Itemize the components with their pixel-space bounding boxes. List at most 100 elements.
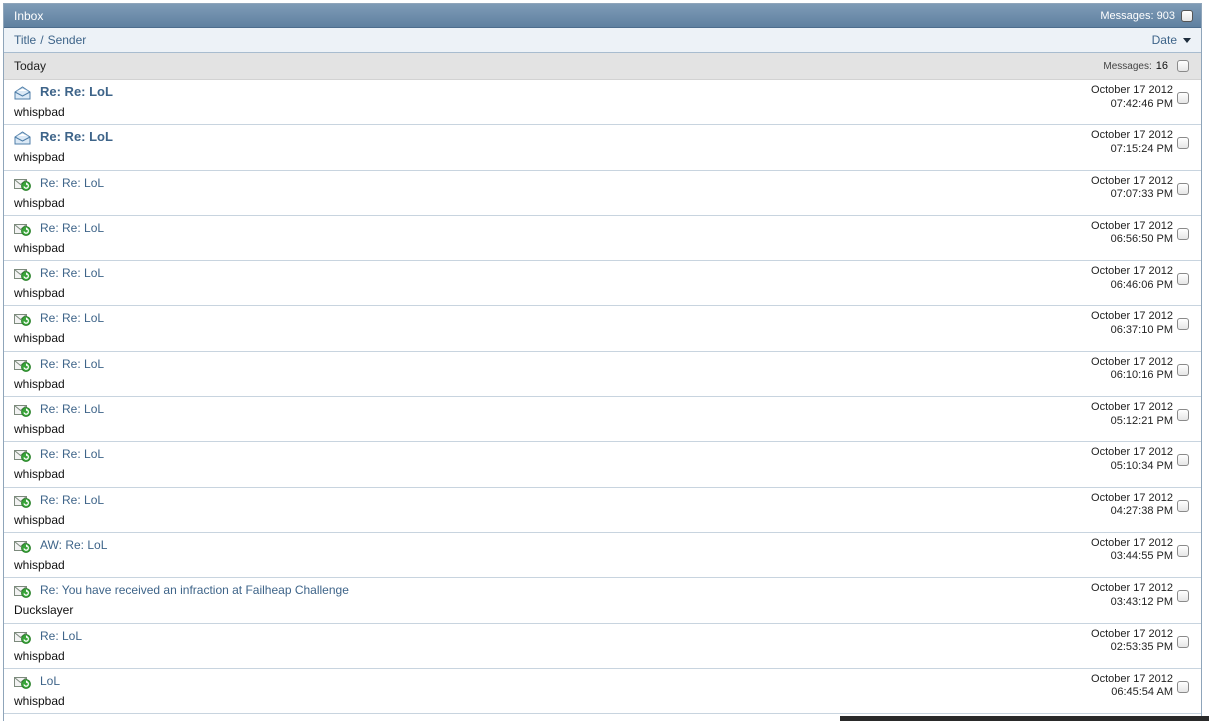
- message-sender: whispbad: [14, 467, 65, 482]
- envelope-replied-icon: [14, 403, 31, 417]
- message-row[interactable]: AW: Re: LoL whispbad October 17 2012 03:44:…: [4, 533, 1201, 579]
- message-date-time: 06:10:16 PM: [1110, 369, 1173, 382]
- message-date: October 17 2012 07:15:24 PM: [1091, 129, 1173, 156]
- envelope-replied-icon: [14, 539, 31, 553]
- message-subject-link[interactable]: Re: Re: LoL: [40, 176, 104, 190]
- message-date-time: 05:10:34 PM: [1110, 459, 1173, 472]
- sort-by-sender-link[interactable]: Sender: [48, 33, 87, 47]
- message-subject-link[interactable]: Re: Re: LoL: [40, 129, 113, 144]
- message-select-checkbox[interactable]: [1177, 409, 1189, 422]
- message-subject-link[interactable]: Re: Re: LoL: [40, 357, 104, 371]
- message-row[interactable]: Re: Re: LoL whispbad October 17 2012 05:12:…: [4, 397, 1201, 443]
- sort-by-date-link[interactable]: Date: [1152, 33, 1177, 47]
- message-select-checkbox[interactable]: [1177, 227, 1189, 240]
- message-date: October 17 2012 07:07:33 PM: [1091, 175, 1173, 202]
- envelope-replied-icon: [14, 312, 31, 327]
- group-header-today: Today Messages: 16: [4, 53, 1201, 80]
- envelope-replied-icon: [14, 358, 31, 372]
- message-row[interactable]: Re: Re: LoL whispbad October 17 2012 06:46:…: [4, 261, 1201, 307]
- message-subject-link[interactable]: Re: You have received an infraction at F…: [40, 583, 349, 597]
- message-subject-link[interactable]: Re: Re: LoL: [40, 447, 104, 461]
- message-select-checkbox[interactable]: [1177, 363, 1189, 376]
- message-row[interactable]: LoL whispbad October 17 2012 06:45:54 AM: [4, 669, 1201, 715]
- message-date-day: October 17 2012: [1091, 672, 1173, 685]
- sort-by-title-link[interactable]: Title: [14, 33, 36, 47]
- envelope-replied-icon: [14, 675, 31, 689]
- message-sender: whispbad: [14, 195, 65, 210]
- message-date: October 17 2012 06:45:54 AM: [1091, 673, 1173, 700]
- message-subject-link[interactable]: Re: LoL: [40, 629, 82, 643]
- envelope-replied-icon: [14, 448, 31, 463]
- message-row[interactable]: Re: Re: LoL whispbad October 17 2012 07:15:…: [4, 125, 1201, 171]
- select-all-checkbox[interactable]: [1181, 9, 1193, 22]
- message-date-day: October 17 2012: [1091, 401, 1173, 414]
- message-date: October 17 2012 04:27:38 PM: [1091, 492, 1173, 519]
- message-row[interactable]: Re: Re: LoL whispbad October 17 2012 04:27:…: [4, 488, 1201, 533]
- message-subject-link[interactable]: Re: Re: LoL: [40, 84, 113, 99]
- message-sender: whispbad: [14, 286, 65, 301]
- group-message-count: Messages: 16: [1103, 60, 1189, 72]
- group-label: Today: [14, 59, 47, 73]
- message-row[interactable]: Re: Re: LoL whispbad October 17 2012 06:37:…: [4, 306, 1201, 352]
- message-row[interactable]: Re: Re: LoL whispbad October 17 2012 07:07:…: [4, 171, 1201, 216]
- message-list: Re: Re: LoL whispbad October 17 2012 07:42:…: [4, 80, 1201, 715]
- message-subject-link[interactable]: Re: Re: LoL: [40, 311, 104, 325]
- message-select-checkbox[interactable]: [1177, 273, 1189, 286]
- message-sender: whispbad: [14, 150, 65, 165]
- message-date-time: 03:44:55 PM: [1110, 550, 1173, 563]
- message-date-day: October 17 2012: [1091, 536, 1173, 549]
- envelope-replied-icon: [14, 584, 31, 599]
- message-subject-link[interactable]: AW: Re: LoL: [40, 538, 107, 552]
- private-messages-panel: Inbox Messages: 903 Title / Sender Date …: [3, 3, 1202, 721]
- message-sender: whispbad: [14, 331, 65, 346]
- envelope-replied-icon: [14, 222, 31, 236]
- message-select-checkbox[interactable]: [1177, 544, 1189, 557]
- message-select-checkbox[interactable]: [1177, 635, 1189, 648]
- message-date-day: October 17 2012: [1091, 582, 1173, 595]
- column-separator: /: [40, 33, 44, 47]
- total-messages: Messages: 903: [1100, 9, 1193, 22]
- messages-label: Messages:: [1100, 9, 1154, 22]
- message-date: October 17 2012 06:37:10 PM: [1091, 310, 1173, 337]
- message-subject-link[interactable]: LoL: [40, 674, 60, 688]
- group-messages-label: Messages:: [1103, 60, 1152, 72]
- envelope-open-icon: [14, 86, 31, 100]
- message-sender: whispbad: [14, 376, 65, 391]
- message-select-checkbox[interactable]: [1177, 499, 1189, 512]
- message-select-checkbox[interactable]: [1177, 92, 1189, 104]
- message-date: October 17 2012 03:44:55 PM: [1091, 537, 1173, 564]
- message-sender: Duckslayer: [14, 603, 74, 618]
- message-select-checkbox[interactable]: [1177, 680, 1189, 693]
- message-subject-link[interactable]: Re: Re: LoL: [40, 402, 104, 416]
- message-row[interactable]: Re: Re: LoL whispbad October 17 2012 07:42:…: [4, 80, 1201, 126]
- message-row[interactable]: Re: Re: LoL whispbad October 17 2012 05:10:…: [4, 442, 1201, 488]
- message-subject-link[interactable]: Re: Re: LoL: [40, 493, 104, 507]
- message-date-day: October 17 2012: [1091, 174, 1173, 187]
- message-date-time: 06:37:10 PM: [1110, 323, 1173, 336]
- message-sender: whispbad: [14, 240, 65, 255]
- message-sender: whispbad: [14, 512, 65, 527]
- message-row[interactable]: Re: Re: LoL whispbad October 17 2012 06:10:…: [4, 352, 1201, 398]
- message-select-checkbox[interactable]: [1177, 590, 1189, 603]
- message-sender: whispbad: [14, 105, 65, 119]
- message-row[interactable]: Re: You have received an infraction at F…: [4, 578, 1201, 624]
- message-select-checkbox[interactable]: [1177, 318, 1189, 331]
- message-row[interactable]: Re: Re: LoL whispbad October 17 2012 06:56:…: [4, 216, 1201, 262]
- message-select-checkbox[interactable]: [1177, 454, 1189, 467]
- message-subject-link[interactable]: Re: Re: LoL: [40, 266, 104, 280]
- message-row[interactable]: Re: LoL whispbad October 17 2012 02:53:35 P…: [4, 624, 1201, 669]
- message-date-day: October 17 2012: [1091, 129, 1173, 142]
- message-sender: whispbad: [14, 648, 65, 663]
- message-date-day: October 17 2012: [1091, 355, 1173, 368]
- message-subject-link[interactable]: Re: Re: LoL: [40, 221, 104, 235]
- envelope-replied-icon: [14, 177, 31, 191]
- message-date: October 17 2012 05:10:34 PM: [1091, 446, 1173, 473]
- sort-by-date[interactable]: Date: [1152, 33, 1191, 47]
- message-date: October 17 2012 05:12:21 PM: [1091, 401, 1173, 428]
- select-group-checkbox[interactable]: [1177, 60, 1189, 72]
- message-date-time: 02:53:35 PM: [1110, 641, 1173, 654]
- message-date-time: 06:56:50 PM: [1110, 233, 1173, 246]
- message-select-checkbox[interactable]: [1177, 182, 1189, 195]
- message-sender: whispbad: [14, 422, 65, 437]
- message-select-checkbox[interactable]: [1177, 137, 1189, 150]
